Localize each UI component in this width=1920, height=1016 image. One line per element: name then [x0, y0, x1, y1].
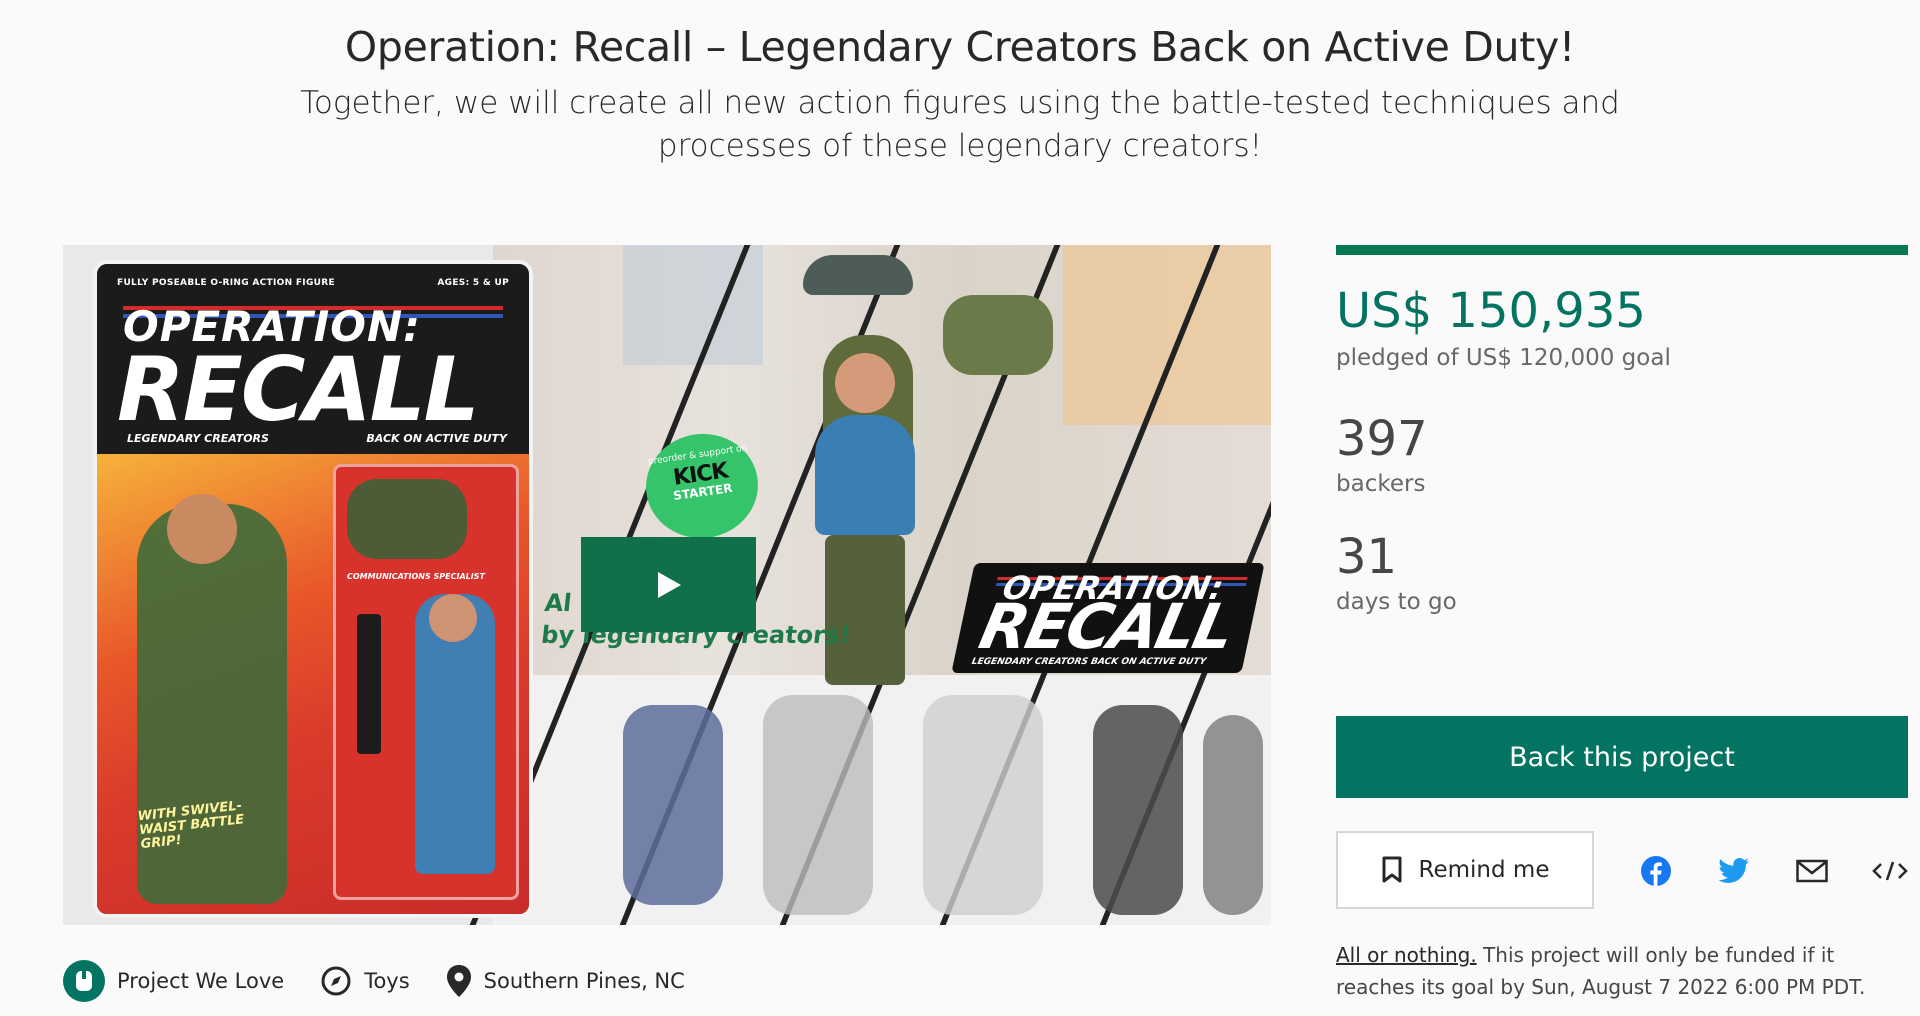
backers-stat: 397 backers [1336, 413, 1908, 497]
logo-tagline: LEGENDARY CREATORS BACK ON ACTIVE DUTY [970, 657, 1208, 667]
card-top-left: FULLY POSEABLE O-RING ACTION FIGURE [117, 278, 335, 288]
action-figure-card: FULLY POSEABLE O-RING ACTION FIGURE AGES… [93, 260, 533, 918]
meta-item-label: Southern Pines, NC [483, 969, 685, 993]
days-stat: 31 days to go [1336, 531, 1908, 615]
location-link[interactable]: Southern Pines, NC [446, 964, 685, 998]
kickstarter-k-icon [63, 960, 105, 1002]
project-video[interactable]: FULLY POSEABLE O-RING ACTION FIGURE AGES… [63, 245, 1271, 925]
meta-item-label: Toys [364, 969, 410, 993]
card-tagline-left: LEGENDARY CREATORS [127, 432, 269, 445]
sketch-figure [923, 695, 1043, 915]
blister-figure-head [429, 594, 477, 642]
card-logo-line2: RECALL [117, 338, 480, 441]
share-facebook-button[interactable] [1636, 851, 1676, 891]
category-link[interactable]: Toys [320, 965, 410, 997]
project-title: Operation: Recall – Legendary Creators B… [344, 23, 1576, 71]
project-subtitle: Together, we will create all new action … [300, 85, 1620, 164]
embed-button[interactable] [1870, 851, 1910, 891]
card-top-right: AGES: 5 & UP [437, 278, 509, 288]
sketch-figure [763, 695, 873, 915]
figure-head [835, 353, 895, 413]
card-top-text: FULLY POSEABLE O-RING ACTION FIGURE AGES… [117, 278, 509, 288]
card-tagline: LEGENDARY CREATORS BACK ON ACTIVE DUTY [127, 432, 507, 445]
blister-rifle [357, 614, 381, 754]
mail-icon [1796, 859, 1828, 883]
funding-progress-bar [1336, 245, 1908, 255]
play-video-button[interactable] [581, 537, 756, 632]
bird-figure [803, 255, 913, 295]
all-or-nothing-link[interactable]: All or nothing. [1336, 943, 1477, 967]
sketch-figure [623, 705, 723, 905]
remind-me-label: Remind me [1418, 857, 1550, 883]
share-email-button[interactable] [1792, 851, 1832, 891]
compass-icon [320, 965, 352, 997]
drone-figure [943, 295, 1053, 375]
remind-me-button[interactable]: Remind me [1336, 831, 1594, 909]
back-this-project-button[interactable]: Back this project [1336, 716, 1908, 798]
meta-item-label: Project We Love [117, 969, 285, 993]
blister-drone [347, 479, 467, 559]
facebook-icon [1641, 856, 1671, 886]
operation-recall-logo: OPERATION: RECALL LEGENDARY CREATORS BAC… [951, 563, 1265, 673]
backers-label: backers [1336, 471, 1426, 497]
logo-line2: RECALL [973, 590, 1240, 663]
pledged-amount: US$ 150,935 [1336, 283, 1646, 339]
panel-caption-start: Al [543, 589, 573, 617]
backers-count: 397 [1336, 411, 1428, 467]
card-tagline-right: BACK ON ACTIVE DUTY [366, 432, 507, 445]
location-pin-icon [446, 964, 472, 998]
project-meta: Project We Love Toys Southern Pines, NC [63, 960, 721, 1002]
sketch-figure [1203, 715, 1263, 915]
play-icon [657, 571, 681, 598]
twitter-icon [1718, 858, 1749, 883]
funding-note: All or nothing. This project will only b… [1336, 939, 1908, 1003]
background-art [1063, 245, 1271, 425]
share-twitter-button[interactable] [1714, 851, 1754, 891]
project-we-love-link[interactable]: Project We Love [63, 960, 284, 1002]
card-soldier-head [167, 494, 237, 564]
card-spec-text: COMMUNICATIONS SPECIALIST [347, 572, 485, 581]
code-embed-icon [1872, 861, 1908, 881]
days-count: 31 [1336, 529, 1398, 585]
sketch-figure [1093, 705, 1183, 915]
funding-progress-fill [1336, 245, 1908, 255]
days-label: days to go [1336, 589, 1457, 615]
bookmark-icon [1381, 856, 1403, 884]
project-header: Operation: Recall – Legendary Creators B… [0, 18, 1920, 168]
figure-torso [815, 415, 915, 535]
pledged-goal-text: pledged of US$ 120,000 goal [1336, 345, 1671, 371]
funding-sidebar: US$ 150,935 pledged of US$ 120,000 goal … [1336, 245, 1908, 999]
